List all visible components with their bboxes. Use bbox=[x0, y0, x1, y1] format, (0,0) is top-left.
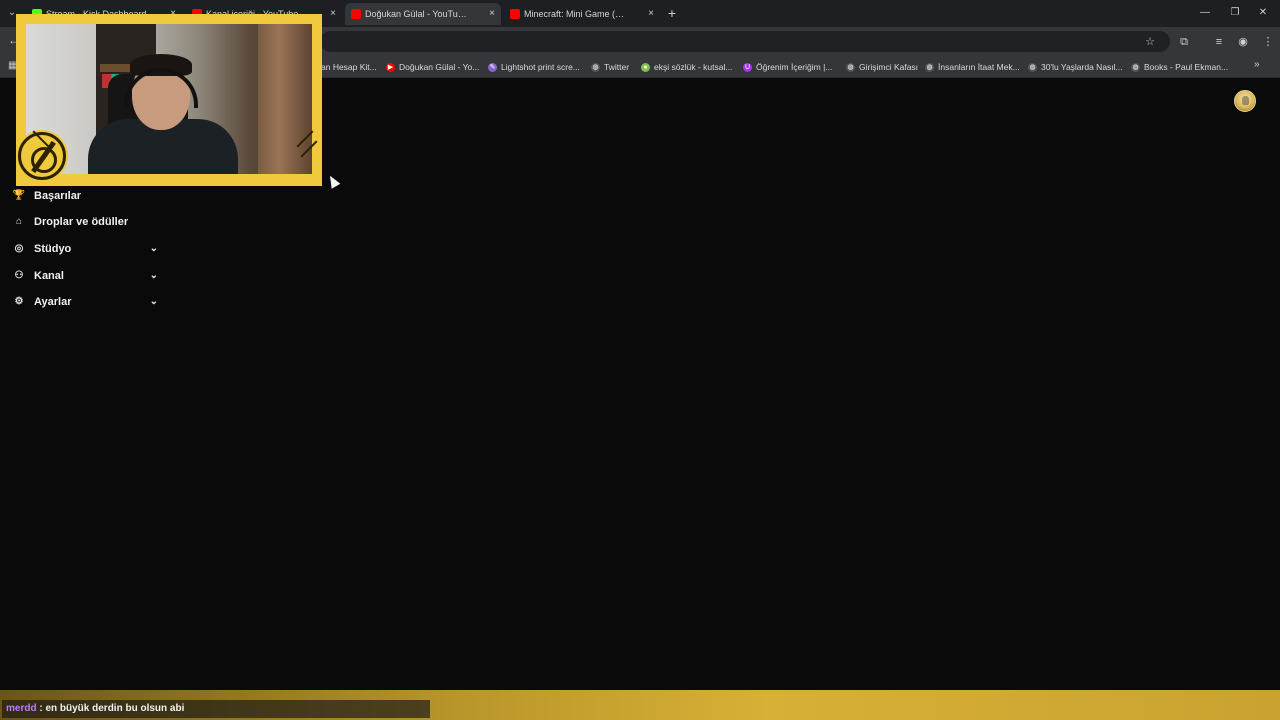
gift-icon: ⌂ bbox=[15, 216, 23, 227]
tab-title: Minecraft: Mini Game (Hide&Seek) bbox=[524, 9, 626, 19]
sidebar-item-label: Kanal bbox=[34, 270, 64, 282]
sidebar-item-4[interactable]: ⚇ Kanal ⌄ bbox=[12, 266, 162, 286]
chat-overlay-bar: merdd : en büyük derdin bu olsun abi bbox=[0, 690, 1280, 720]
bookmark-label: İnsanların İtaat Mek... bbox=[938, 62, 1020, 72]
tab-favicon-icon bbox=[510, 9, 520, 19]
browser-tab[interactable]: Minecraft: Mini Game (Hide&Seek) × bbox=[504, 3, 660, 25]
bookmark-item[interactable]: ◍ Books - Paul Ekman... bbox=[1131, 60, 1228, 74]
bookmark-label: Twitter bbox=[604, 62, 630, 72]
bookmark-item[interactable]: ▶ Doğukan Gülal - Yo... bbox=[386, 60, 479, 74]
feather-icon: ✎ bbox=[488, 63, 497, 72]
avatar[interactable] bbox=[1234, 90, 1256, 112]
bookmarks-overflow-icon[interactable]: » bbox=[1254, 59, 1260, 70]
globe-icon: ◍ bbox=[925, 63, 934, 72]
globe-icon: ◍ bbox=[846, 63, 855, 72]
bookmark-item[interactable]: U Öğrenim İçeriğim |... bbox=[743, 60, 832, 74]
bookmark-item[interactable]: ◍ Twitter bbox=[591, 60, 629, 74]
bookmark-item[interactable]: ✎ Lightshot print scre... bbox=[488, 60, 580, 74]
profile-icon[interactable]: ◉ bbox=[1234, 33, 1252, 51]
chevron-down-icon[interactable]: ⌄ bbox=[150, 266, 158, 286]
sidebar-item-3[interactable]: ◎ Stüdyo ⌄ bbox=[12, 239, 162, 259]
star-icon[interactable]: ☆ bbox=[1141, 33, 1159, 51]
webcam-feed bbox=[26, 24, 312, 174]
extensions-icon[interactable]: ⧉ bbox=[1175, 33, 1193, 51]
tab-close-icon[interactable]: × bbox=[489, 3, 495, 25]
udemy-icon: U bbox=[743, 63, 752, 72]
tab-favicon-icon bbox=[351, 9, 361, 19]
bookmark-item[interactable]: ◍ İnsanların İtaat Mek... bbox=[925, 60, 1020, 74]
globe-icon: ◍ bbox=[1131, 63, 1140, 72]
chat-message: merdd : en büyük derdin bu olsun abi bbox=[2, 700, 430, 718]
chat-text: en büyük derdin bu olsun abi bbox=[45, 703, 185, 714]
channel-icon: ⚇ bbox=[14, 270, 24, 281]
sidebar-item-1[interactable]: 🏆 Başarılar bbox=[12, 186, 162, 206]
mouse-cursor-icon bbox=[325, 173, 341, 189]
bookmark-label: 30'lu Yaşlarda Nasıl... bbox=[1041, 62, 1123, 72]
leaf-icon: ● bbox=[641, 63, 650, 72]
bookmark-label: Doğukan Gülal - Yo... bbox=[399, 62, 480, 72]
gear-icon: ⚙ bbox=[14, 296, 24, 307]
tab-title: Doğukan Gülal - YouTube bbox=[365, 9, 467, 19]
media-queue-icon[interactable]: ≡ bbox=[1210, 33, 1228, 51]
sidebar-item-label: Stüdyo bbox=[34, 243, 72, 255]
bookmark-label: Books - Paul Ekman... bbox=[1144, 62, 1229, 72]
bookmark-label: Öğrenim İçeriğim |... bbox=[756, 62, 833, 72]
sidebar-item-5[interactable]: ⚙ Ayarlar ⌄ bbox=[12, 292, 162, 312]
globe-icon: ◍ bbox=[591, 63, 600, 72]
close-window-icon[interactable]: ✕ bbox=[1254, 4, 1272, 22]
bookmark-label: Girişimci Kafası bbox=[859, 62, 919, 72]
restore-icon[interactable]: ❐ bbox=[1226, 4, 1244, 22]
youtube-icon: ▶ bbox=[386, 63, 395, 72]
bookmark-item[interactable]: ● ekşi sözlük - kutsal... bbox=[641, 60, 732, 74]
globe-icon: ◍ bbox=[1028, 63, 1037, 72]
new-tab-button[interactable]: + bbox=[664, 5, 680, 21]
bookmark-item[interactable]: ◍ Girişimci Kafası bbox=[846, 60, 918, 74]
tab-close-icon[interactable]: × bbox=[648, 3, 654, 25]
bookmark-label: ekşi sözlük - kutsal... bbox=[654, 62, 733, 72]
bookmark-item[interactable]: ◍ 30'lu Yaşlarda Nasıl... bbox=[1028, 60, 1123, 74]
browser-tab[interactable]: Doğukan Gülal - YouTube × bbox=[345, 3, 501, 25]
bookmark-label: Lightshot print scre... bbox=[501, 62, 580, 72]
minimize-icon[interactable]: — bbox=[1196, 4, 1214, 22]
sidebar-item-label: Ayarlar bbox=[34, 296, 72, 308]
chevron-down-icon[interactable]: ⌄ bbox=[150, 292, 158, 312]
bookmark-label: an Hesap Kit... bbox=[321, 62, 377, 72]
screen: ⌄ Stream - Kick Dashboard×Kanal içeriği … bbox=[0, 0, 1280, 720]
tab-close-icon[interactable]: × bbox=[330, 3, 336, 25]
chat-username: merdd bbox=[6, 703, 37, 714]
webcam-overlay bbox=[16, 14, 322, 186]
studio-icon: ◎ bbox=[14, 243, 24, 254]
chevron-down-icon[interactable]: ⌄ bbox=[150, 239, 158, 259]
sidebar-item-label: Başarılar bbox=[34, 190, 82, 202]
sidebar-item-label: Droplar ve ödüller bbox=[34, 216, 129, 228]
menu-kebab-icon[interactable]: ⋮ bbox=[1259, 33, 1277, 51]
sidebar-item-2[interactable]: ⌂ Droplar ve ödüller bbox=[12, 212, 162, 232]
address-bar[interactable] bbox=[320, 31, 1170, 52]
trophy-icon: 🏆 bbox=[12, 190, 26, 201]
